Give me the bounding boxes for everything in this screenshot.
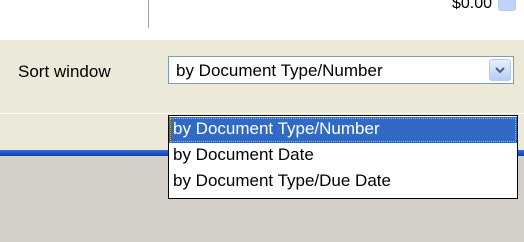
combo-dropdown-button[interactable] xyxy=(489,59,511,81)
amount-dropdown-button[interactable] xyxy=(498,0,516,11)
sort-window-value: by Document Type/Number xyxy=(176,61,383,80)
table-row-top: $0.00 xyxy=(0,0,524,41)
sort-option-type-number[interactable]: by Document Type/Number xyxy=(169,117,517,143)
column-divider xyxy=(148,0,149,28)
amount-value: $0.00 xyxy=(451,0,492,12)
sort-options-list: by Document Type/Number by Document Date… xyxy=(168,115,518,199)
sort-option-type-due-date[interactable]: by Document Type/Due Date xyxy=(169,169,517,195)
sort-window-label: Sort window xyxy=(18,62,111,81)
chevron-down-icon xyxy=(495,67,505,74)
sort-window-select[interactable]: by Document Type/Number xyxy=(168,56,514,84)
sort-option-date[interactable]: by Document Date xyxy=(169,143,517,169)
row-separator xyxy=(0,113,524,114)
